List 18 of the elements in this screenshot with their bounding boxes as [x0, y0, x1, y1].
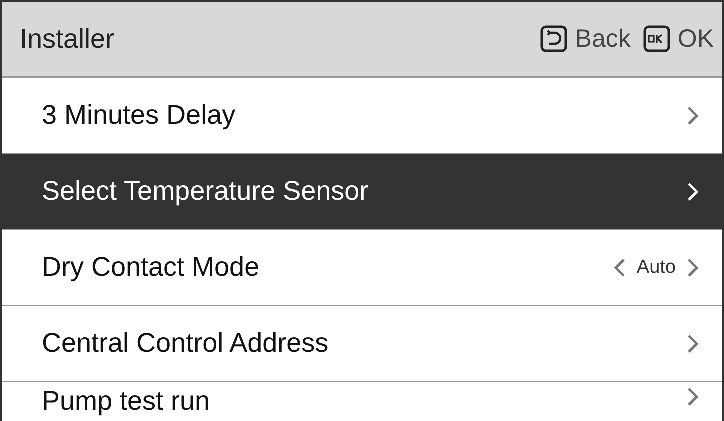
- menu-item[interactable]: Select Temperature Sensor: [2, 154, 722, 230]
- chevron-right-icon: [686, 332, 700, 354]
- screen-title: Installer: [20, 24, 115, 54]
- back-button[interactable]: Back: [540, 24, 631, 54]
- chevron-left-icon: [612, 256, 627, 278]
- chevron-right-icon: [686, 256, 700, 278]
- menu-item-label: Dry Contact Mode: [42, 252, 260, 283]
- chevron-right-icon: [686, 180, 700, 202]
- return-key-icon: [540, 25, 568, 53]
- chevron-right-icon: [686, 386, 700, 408]
- menu-item-label: Select Temperature Sensor: [42, 176, 369, 207]
- menu-item-label: Central Control Address: [42, 328, 329, 359]
- menu-item-label: 3 Minutes Delay: [42, 100, 236, 131]
- menu-item-label: Pump test run: [42, 386, 210, 417]
- ok-key-icon: [642, 25, 671, 53]
- option-value: Auto: [636, 256, 676, 278]
- ok-button[interactable]: OK: [642, 24, 714, 54]
- chevron-right-icon: [686, 104, 700, 126]
